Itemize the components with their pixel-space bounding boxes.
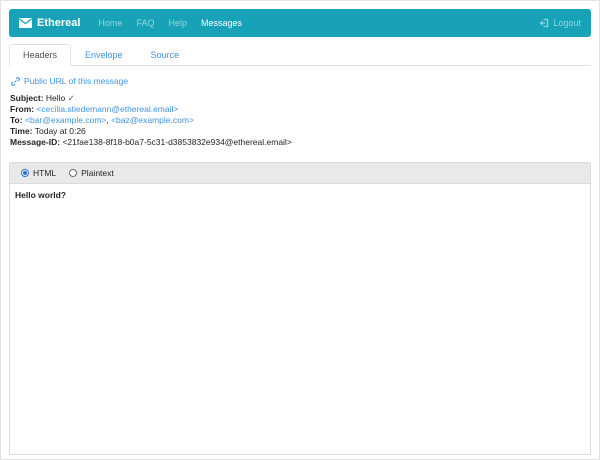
tab-source[interactable]: Source [137, 44, 194, 66]
to-label: To: [10, 115, 23, 125]
link-icon [11, 76, 20, 86]
logout-label: Logout [553, 18, 581, 28]
plaintext-radio-option[interactable]: Plaintext [69, 168, 114, 178]
logout-icon [539, 18, 549, 28]
radio-button-plaintext[interactable] [69, 169, 78, 177]
header-to-row: To: <bar@example.com>, <baz@example.com> [10, 115, 591, 126]
email-headers: Subject: Hello ✓ From: <cecilia.stiedema… [10, 93, 591, 148]
time-value: Today at 0:26 [34, 126, 86, 136]
public-url-label: Public URL of this message [24, 76, 129, 86]
brand-link[interactable]: Ethereal [19, 17, 80, 29]
logout-button[interactable]: Logout [539, 18, 581, 28]
envelope-icon [19, 18, 32, 28]
message-body-text: Hello world? [15, 190, 66, 200]
message-tabs: Headers Envelope Source [9, 44, 591, 66]
header-time-row: Time: Today at 0:26 [10, 126, 591, 137]
public-url-link[interactable]: Public URL of this message [11, 76, 591, 86]
nav-item-messages[interactable]: Messages [201, 18, 242, 28]
nav-item-faq[interactable]: FAQ [136, 18, 154, 28]
top-navbar: Ethereal Home FAQ Help Messages Logout [9, 9, 591, 37]
check-mark-icon: ✓ [67, 93, 75, 103]
tab-headers[interactable]: Headers [9, 44, 72, 66]
plaintext-radio-label: Plaintext [81, 168, 114, 178]
nav-item-home[interactable]: Home [98, 18, 122, 28]
time-label: Time: [10, 126, 33, 136]
viewer-format-toolbar: HTML Plaintext [10, 163, 590, 184]
message-id-value: <21fae138-8f18-b0a7-5c31-d3853832e934@et… [62, 137, 292, 147]
nav-links: Home FAQ Help Messages [98, 18, 242, 28]
header-subject-row: Subject: Hello ✓ [10, 93, 591, 104]
ethereal-message-page: Ethereal Home FAQ Help Messages Logout H… [0, 0, 600, 460]
nav-item-help[interactable]: Help [168, 18, 187, 28]
to-address-link[interactable]: <bar@example.com> [25, 115, 106, 125]
html-radio-option[interactable]: HTML [21, 168, 56, 178]
tab-envelope[interactable]: Envelope [71, 44, 137, 66]
to-address-link[interactable]: <baz@example.com> [111, 115, 194, 125]
subject-label: Subject: [10, 93, 44, 103]
header-from-row: From: <cecilia.stiedemann@ethereal.email… [10, 104, 591, 115]
from-address-link[interactable]: <cecilia.stiedemann@ethereal.email> [36, 104, 178, 114]
header-message-id-row: Message-ID: <21fae138-8f18-b0a7-5c31-d38… [10, 137, 591, 148]
subject-value: Hello [45, 93, 66, 103]
brand-label: Ethereal [37, 17, 81, 29]
message-viewer-card: HTML Plaintext Hello world? [9, 162, 591, 455]
message-id-label: Message-ID: [10, 137, 61, 147]
html-radio-label: HTML [33, 168, 57, 178]
from-label: From: [10, 104, 35, 114]
radio-button-html[interactable] [21, 169, 29, 177]
message-body: Hello world? [10, 184, 590, 206]
